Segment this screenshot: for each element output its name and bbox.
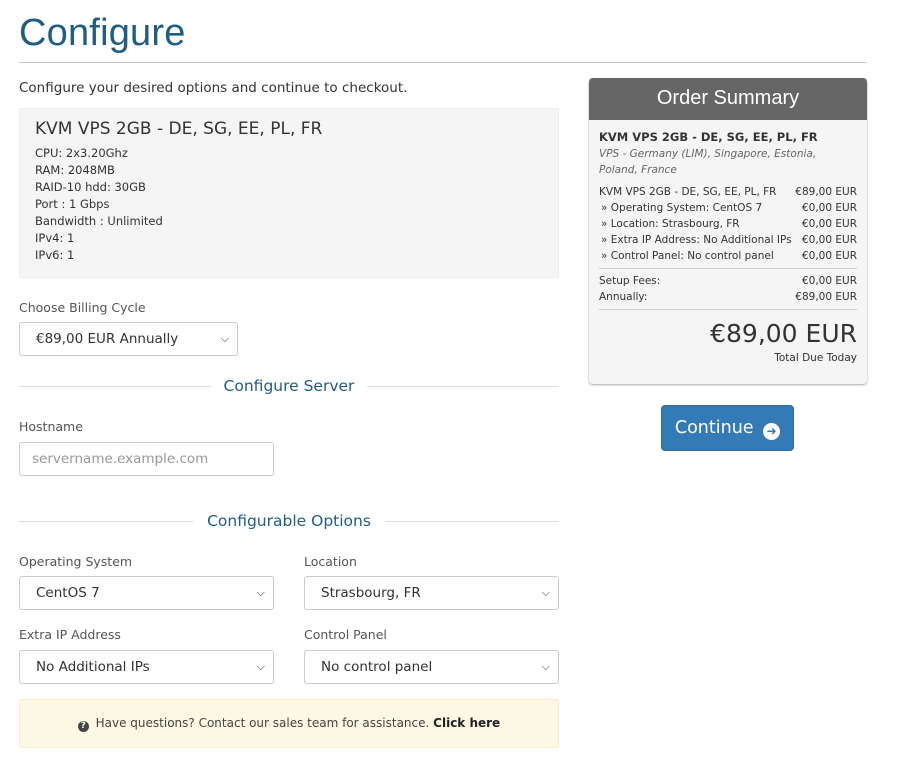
extra-ip-label: Extra IP Address (19, 627, 121, 642)
extra-ip-select[interactable]: No Additional IPs ⌵ (19, 650, 274, 684)
line-amount: €0,00 EUR (801, 202, 857, 214)
configure-server-heading: Configure Server (223, 377, 355, 395)
order-summary-panel: Order Summary KVM VPS 2GB - DE, SG, EE, … (589, 78, 867, 384)
control-panel-select[interactable]: No control panel ⌵ (304, 650, 559, 684)
section-divider-right (385, 521, 559, 522)
line-amount: €89,00 EUR (795, 186, 857, 198)
summary-line-item: KVM VPS 2GB - DE, SG, EE, PL, FR €89,00 … (599, 184, 857, 200)
summary-product-name: KVM VPS 2GB - DE, SG, EE, PL, FR (599, 130, 818, 144)
product-name: KVM VPS 2GB - DE, SG, EE, PL, FR (35, 119, 323, 139)
summary-line-item: » Control Panel: No control panel €0,00 … (599, 248, 857, 264)
chevron-down-icon: ⌵ (541, 586, 550, 599)
summary-line-item: » Operating System: CentOS 7 €0,00 EUR (599, 200, 857, 216)
extra-ip-value: No Additional IPs (36, 659, 150, 675)
os-value: CentOS 7 (36, 585, 100, 601)
total-due-amount: €89,00 EUR (710, 319, 857, 348)
line-label: » Control Panel: No control panel (601, 250, 774, 262)
summary-divider (599, 309, 857, 310)
help-text: Have questions? Contact our sales team f… (95, 716, 430, 730)
hostname-placeholder: servername.example.com (32, 451, 209, 467)
continue-button[interactable]: Continue ➜ (661, 405, 794, 451)
continue-label: Continue (674, 418, 754, 438)
question-circle-icon: ? (77, 721, 89, 732)
summary-annually: Annually: €89,00 EUR (599, 289, 857, 305)
arrow-circle-right-icon: ➜ (763, 423, 781, 440)
summary-divider (599, 268, 857, 269)
chevron-down-icon: ⌵ (256, 660, 265, 673)
chevron-down-icon: ⌵ (256, 586, 265, 599)
spec-bandwidth: Bandwidth : Unlimited (35, 214, 163, 228)
page-title: Configure (19, 12, 186, 54)
total-due-label: Total Due Today (774, 352, 857, 364)
annual-amount: €89,00 EUR (795, 291, 857, 303)
summary-product-group: VPS - Germany (LIM), Singapore, Estonia,… (599, 148, 817, 176)
location-value: Strasbourg, FR (321, 585, 421, 601)
os-select[interactable]: CentOS 7 ⌵ (19, 576, 274, 610)
setup-amount: €0,00 EUR (801, 275, 857, 287)
product-specs: CPU: 2x3.20Ghz RAM: 2048MB RAID-10 hdd: … (35, 145, 543, 264)
hostname-label: Hostname (19, 419, 83, 434)
help-alert: ? Have questions? Contact our sales team… (19, 699, 559, 748)
spec-port: Port : 1 Gbps (35, 197, 110, 211)
line-label: » Extra IP Address: No Additional IPs (601, 234, 792, 246)
configurable-options-heading: Configurable Options (207, 512, 371, 530)
spec-ipv6: IPv6: 1 (35, 248, 75, 262)
chevron-down-icon: ⌵ (220, 332, 229, 345)
hostname-input[interactable]: servername.example.com (19, 442, 274, 476)
location-select[interactable]: Strasbourg, FR ⌵ (304, 576, 559, 610)
control-panel-label: Control Panel (304, 627, 387, 642)
intro-text: Configure your desired options and conti… (19, 80, 408, 96)
contact-sales-link[interactable]: Click here (433, 716, 500, 730)
line-amount: €0,00 EUR (801, 234, 857, 246)
annual-label: Annually: (599, 291, 648, 303)
location-label: Location (304, 554, 357, 569)
chevron-down-icon: ⌵ (541, 660, 550, 673)
spec-ipv4: IPv4: 1 (35, 231, 75, 245)
spec-disk: RAID-10 hdd: 30GB (35, 180, 146, 194)
control-panel-value: No control panel (321, 659, 433, 675)
line-amount: €0,00 EUR (801, 250, 857, 262)
summary-line-item: » Location: Strasbourg, FR €0,00 EUR (599, 216, 857, 232)
summary-line-item: » Extra IP Address: No Additional IPs €0… (599, 232, 857, 248)
section-divider-left (19, 386, 211, 387)
spec-ram: RAM: 2048MB (35, 163, 115, 177)
setup-label: Setup Fees: (599, 275, 661, 287)
section-divider-right (367, 386, 559, 387)
billing-cycle-label: Choose Billing Cycle (19, 300, 146, 315)
title-divider (19, 62, 867, 63)
section-divider-left (19, 521, 193, 522)
line-amount: €0,00 EUR (801, 218, 857, 230)
billing-cycle-select[interactable]: €89,00 EUR Annually ⌵ (19, 322, 238, 356)
product-info-box: KVM VPS 2GB - DE, SG, EE, PL, FR CPU: 2x… (19, 108, 559, 278)
line-label: » Operating System: CentOS 7 (601, 202, 763, 214)
os-label: Operating System (19, 554, 133, 569)
line-label: » Location: Strasbourg, FR (601, 218, 740, 230)
spec-cpu: CPU: 2x3.20Ghz (35, 146, 128, 160)
summary-setup-fees: Setup Fees: €0,00 EUR (599, 273, 857, 289)
order-summary-title: Order Summary (589, 78, 867, 120)
line-label: KVM VPS 2GB - DE, SG, EE, PL, FR (599, 186, 777, 198)
billing-cycle-value: €89,00 EUR Annually (36, 331, 179, 347)
